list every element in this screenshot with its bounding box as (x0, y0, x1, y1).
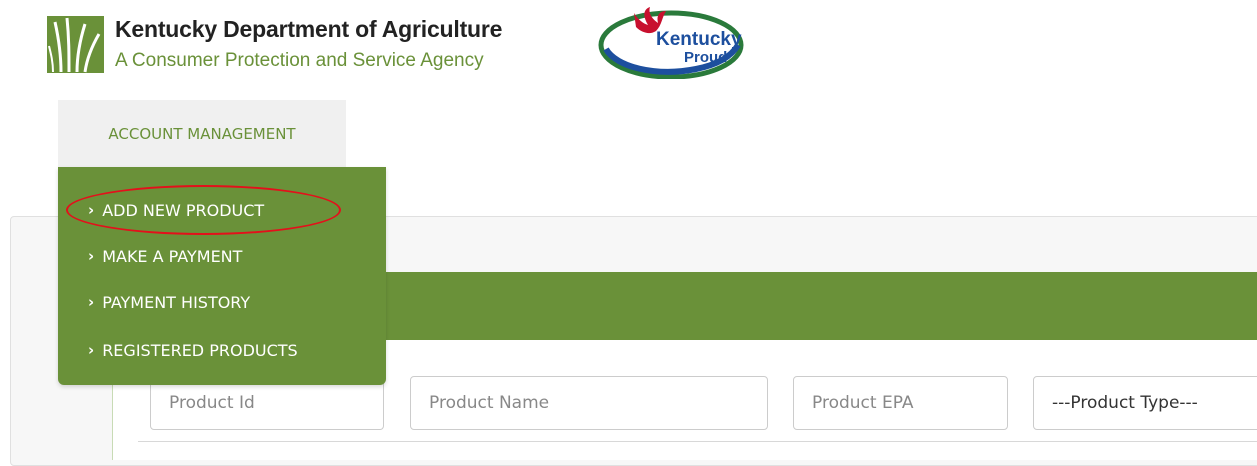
account-management-dropdown: › ADD NEW PRODUCT › MAKE A PAYMENT › PAY… (58, 167, 386, 385)
product-name-input[interactable] (410, 376, 768, 430)
product-epa-input[interactable] (793, 376, 1008, 430)
product-type-selected-label: ---Product Type--- (1052, 393, 1198, 413)
kentucky-proud-logo-icon: Kentucky Proud (596, 5, 746, 79)
chevron-right-icon: › (88, 341, 95, 359)
chevron-right-icon: › (88, 293, 95, 311)
menu-item-label: MAKE A PAYMENT (102, 246, 243, 266)
menu-item-add-new-product[interactable]: › ADD NEW PRODUCT (88, 193, 264, 227)
org-title: Kentucky Department of Agriculture (115, 16, 503, 42)
menu-item-payment-history[interactable]: › PAYMENT HISTORY (88, 285, 250, 319)
kda-logo-icon (47, 16, 104, 73)
badge-text-top: Kentucky (656, 29, 742, 50)
product-type-select[interactable]: ---Product Type--- (1033, 376, 1257, 430)
nav-account-management[interactable]: ACCOUNT MANAGEMENT (58, 100, 346, 167)
menu-item-label: REGISTERED PRODUCTS (102, 340, 298, 360)
menu-item-label: ADD NEW PRODUCT (102, 200, 265, 220)
menu-item-registered-products[interactable]: › REGISTERED PRODUCTS (88, 333, 298, 367)
menu-item-make-a-payment[interactable]: › MAKE A PAYMENT (88, 239, 242, 273)
chevron-right-icon: › (88, 201, 95, 219)
chevron-right-icon: › (88, 247, 95, 265)
menu-item-label: PAYMENT HISTORY (102, 292, 251, 312)
badge-text-bottom: Proud (684, 49, 727, 66)
divider (138, 441, 1257, 442)
org-subtitle: A Consumer Protection and Service Agency (115, 50, 484, 71)
